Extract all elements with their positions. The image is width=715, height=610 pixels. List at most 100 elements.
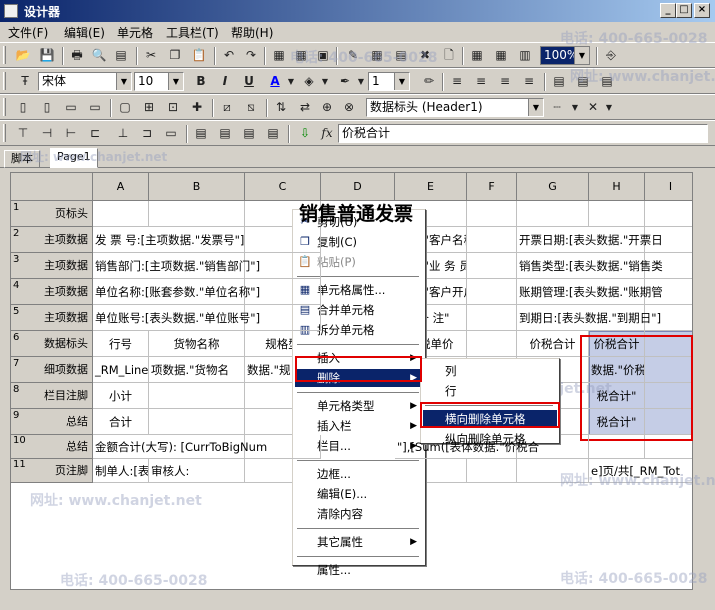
highlight-icon[interactable]: ✏ xyxy=(420,73,438,90)
column-header-f[interactable]: F xyxy=(467,173,517,201)
column-header-a[interactable]: A xyxy=(93,173,149,201)
column-header-h[interactable]: H xyxy=(589,173,645,201)
add-field-icon[interactable]: ⊕ xyxy=(318,99,336,116)
grid-cell[interactable] xyxy=(467,305,517,331)
diagonal-down-icon[interactable]: ⧄ xyxy=(218,99,236,116)
underline-icon[interactable]: U xyxy=(240,73,258,90)
column-header-g[interactable]: G xyxy=(517,173,589,201)
band-icon[interactable]: ⊥ xyxy=(114,125,132,142)
chevron-down-icon[interactable]: ▼ xyxy=(528,99,543,116)
align-grid-icon[interactable]: ▦ xyxy=(492,47,510,64)
column-header-d[interactable]: D xyxy=(321,173,395,201)
grid-cell[interactable] xyxy=(93,201,149,227)
menu-edit[interactable]: 编辑(E) xyxy=(64,24,105,41)
chevron-down-icon[interactable]: ▼ xyxy=(574,47,589,64)
close-button[interactable]: × xyxy=(694,3,710,18)
insert-row-icon[interactable]: ⇅ xyxy=(272,99,290,116)
fx-icon[interactable]: fx xyxy=(318,125,336,142)
font-combo[interactable]: 宋体 ▼ xyxy=(38,72,132,91)
grid-cell[interactable] xyxy=(149,409,245,435)
chevron-down-icon[interactable]: ▼ xyxy=(600,99,618,116)
context-menu-item[interactable]: 单元格类型 ▶ xyxy=(295,397,423,415)
line-style-icon[interactable]: ┈ xyxy=(548,99,566,116)
border-bottom-icon[interactable]: ▭ xyxy=(86,99,104,116)
align-left-icon[interactable]: ≡ xyxy=(448,73,466,90)
grid-cell[interactable]: 销售类型:[表头数据."销售类 xyxy=(517,253,692,279)
grid-cell[interactable]: 项数据."货物名 xyxy=(149,357,245,383)
border-right-icon[interactable]: ▯ xyxy=(38,99,56,116)
row-header[interactable]: 11 页注脚 xyxy=(11,459,93,483)
grid-cell[interactable] xyxy=(517,201,589,227)
confirm-formula-icon[interactable]: ⇩ xyxy=(296,125,314,142)
menu-toolbar[interactable]: 工具栏(T) xyxy=(166,24,219,41)
db-field-icon[interactable]: ⊗ xyxy=(340,99,358,116)
print-preview-icon[interactable]: 🔍 xyxy=(90,47,108,64)
context-menu-item[interactable]: 其它属性 ▶ xyxy=(295,533,423,551)
grid-cell[interactable]: 单位账号:[表头数据."单位账号"] xyxy=(93,305,321,331)
open-icon[interactable]: 📂 xyxy=(14,47,32,64)
document-icon[interactable]: 🗋 xyxy=(440,47,458,64)
grid-cell[interactable]: 审核人: xyxy=(149,459,245,483)
grid-corner[interactable] xyxy=(11,173,93,201)
diagonal-up-icon[interactable]: ⧅ xyxy=(242,99,260,116)
delete-submenu-item[interactable]: 行 xyxy=(423,382,557,400)
band-icon[interactable]: ⊤ xyxy=(14,125,32,142)
toolbar-grip[interactable] xyxy=(3,98,6,116)
band-icon[interactable]: ⊣ xyxy=(38,125,56,142)
band-icon[interactable]: ⊏ xyxy=(86,125,104,142)
paste-icon[interactable]: 📋 xyxy=(190,47,208,64)
context-menu-item[interactable]: 插入栏 ▶ xyxy=(295,417,423,435)
valign-top-icon[interactable]: ▤ xyxy=(550,73,568,90)
field-combo[interactable]: 数据标头 (Header1) ▼ xyxy=(366,98,544,117)
bring-front-icon[interactable]: ▦ xyxy=(270,47,288,64)
print-icon[interactable]: 🖶 xyxy=(68,47,86,64)
maximize-button[interactable]: □ xyxy=(676,3,692,18)
grid-cell[interactable]: 单位名称:[账套参数."单位名称"] xyxy=(93,279,321,305)
grid-cell[interactable]: 开票日期:[表头数据."开票日 xyxy=(517,227,692,253)
column-header-i[interactable]: I xyxy=(645,173,692,201)
border-top-icon[interactable]: ▭ xyxy=(62,99,80,116)
band-icon[interactable]: ▤ xyxy=(216,125,234,142)
row-header[interactable]: 3 主项数据 xyxy=(11,253,93,279)
chevron-down-icon[interactable]: ▼ xyxy=(168,73,183,90)
insert-column-icon[interactable]: ⇄ xyxy=(296,99,314,116)
minimize-button[interactable]: _ xyxy=(660,3,676,18)
undo-icon[interactable]: ↶ xyxy=(220,47,238,64)
chevron-down-icon[interactable]: ▼ xyxy=(566,99,584,116)
row-header[interactable]: 5 主项数据 xyxy=(11,305,93,331)
grid-cell[interactable]: "],[Sum([表体数据."价税合 xyxy=(395,435,589,459)
italic-icon[interactable]: I xyxy=(216,73,234,90)
grid-cell[interactable] xyxy=(645,201,692,227)
copy-icon[interactable]: ❐ xyxy=(166,47,184,64)
toolbar-grip[interactable] xyxy=(3,72,6,90)
chevron-down-icon[interactable]: ▼ xyxy=(282,73,300,90)
grid-cell[interactable]: 制单人:[表头数据."制单 xyxy=(93,459,149,483)
grid-cell[interactable] xyxy=(467,227,517,253)
grid-cell[interactable]: 到期日:[表头数据."到期日"] xyxy=(517,305,692,331)
zoom-combo[interactable]: 100% ▼ xyxy=(540,46,590,65)
grid-cell[interactable]: 价税合计 xyxy=(517,331,589,357)
chevron-down-icon[interactable]: ▼ xyxy=(394,73,409,90)
band-icon[interactable]: ▭ xyxy=(162,125,180,142)
grid-cell[interactable]: 货物名称 xyxy=(149,331,245,357)
align-center-icon[interactable]: ≡ xyxy=(472,73,490,90)
grid-cell[interactable]: 小计 xyxy=(93,383,149,409)
grid-cell[interactable] xyxy=(467,279,517,305)
align-right-icon[interactable]: ≡ xyxy=(496,73,514,90)
toolbar-grip[interactable] xyxy=(3,46,6,64)
grid-cell[interactable] xyxy=(467,459,517,483)
row-header[interactable]: 2 主项数据 xyxy=(11,227,93,253)
grid-cell[interactable]: 金额合计(大写): [CurrToBigNum xyxy=(93,435,321,459)
grid-cell[interactable] xyxy=(149,201,245,227)
window-title-bar[interactable]: 设计器 _ □ × xyxy=(0,0,715,22)
save-icon[interactable]: 💾 xyxy=(38,47,56,64)
delete-submenu-item[interactable]: 列 xyxy=(423,362,557,380)
grid-cell[interactable]: 行号 xyxy=(93,331,149,357)
context-menu-item[interactable]: 清除内容 xyxy=(295,505,423,523)
grid-icon[interactable]: ▦ xyxy=(468,47,486,64)
row-header[interactable]: 6 数据标头 xyxy=(11,331,93,357)
border-cross-icon[interactable]: ✚ xyxy=(188,99,206,116)
grid-cell[interactable]: 销售普通发票 xyxy=(261,201,451,227)
cut-icon[interactable]: ✂ xyxy=(142,47,160,64)
bold-icon[interactable]: B xyxy=(192,73,210,90)
